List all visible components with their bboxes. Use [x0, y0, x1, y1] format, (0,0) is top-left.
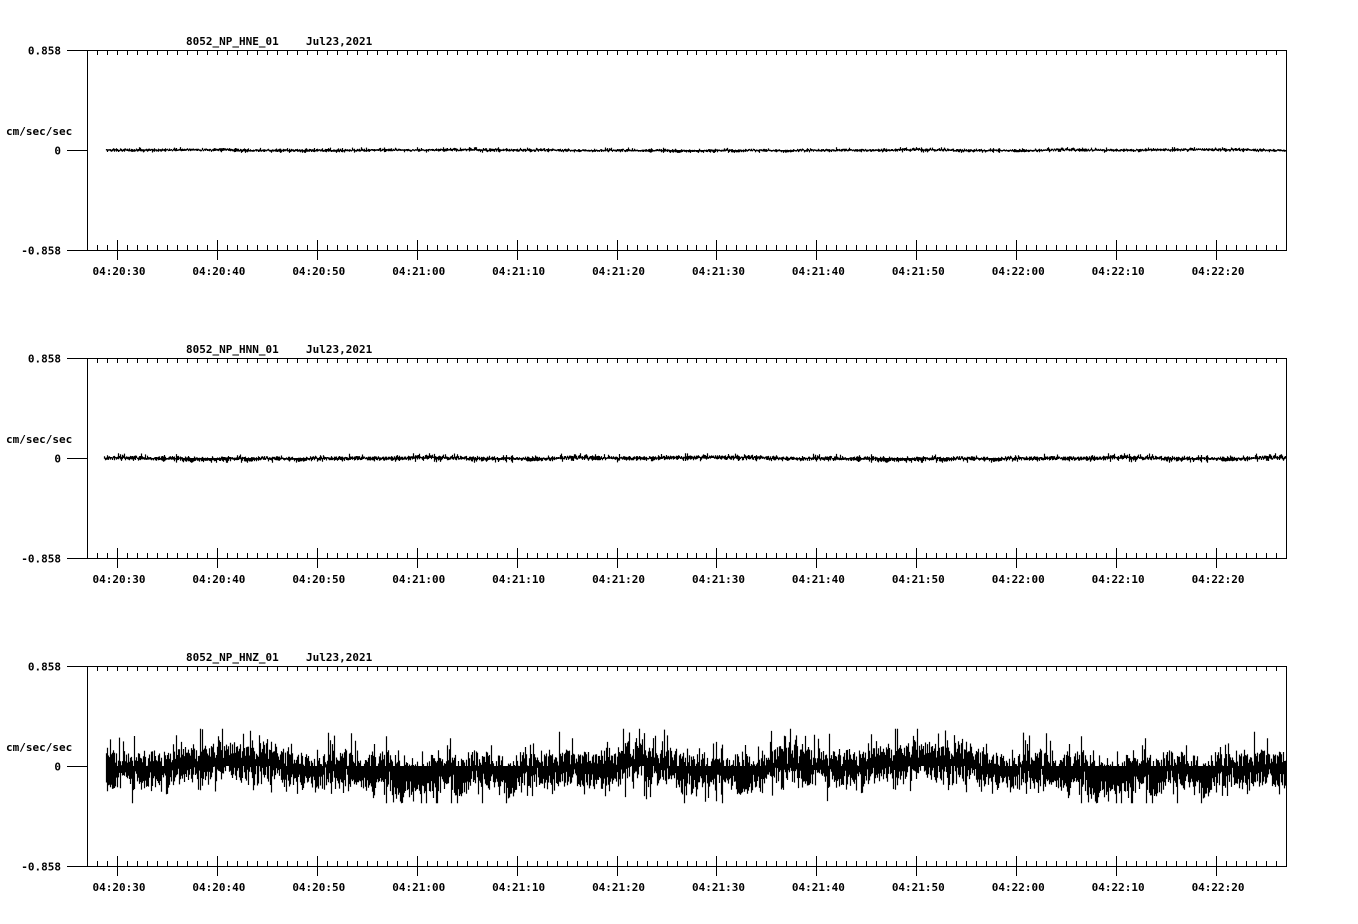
x-tick-label: 04:22:20 [1192, 881, 1245, 894]
y-axis-label: cm/sec/sec [6, 125, 72, 138]
chart-title: 8052_NP_HNE_01 [186, 35, 279, 48]
x-tick-label: 04:21:20 [592, 881, 645, 894]
x-tick-label: 04:20:30 [92, 573, 145, 586]
x-tick-label: 04:21:10 [492, 265, 545, 278]
y-tick-label: 0.858 [28, 353, 61, 366]
waveform-trace [105, 147, 1287, 153]
x-tick-label: 04:21:40 [792, 573, 845, 586]
chart-date: Jul23,2021 [306, 651, 373, 664]
x-tick-label: 04:20:50 [292, 265, 345, 278]
x-tick-label: 04:21:20 [592, 265, 645, 278]
x-tick-label: 04:22:20 [1192, 573, 1245, 586]
x-tick-label: 04:21:00 [392, 265, 445, 278]
x-tick-label: 04:21:30 [692, 573, 745, 586]
chart-title: 8052_NP_HNN_01 [186, 343, 279, 356]
x-tick-label: 04:20:30 [92, 265, 145, 278]
y-tick-label: -0.858 [21, 861, 61, 874]
y-tick-label: 0.858 [28, 661, 61, 674]
chart-date: Jul23,2021 [306, 343, 373, 356]
x-tick-label: 04:21:50 [892, 573, 945, 586]
x-tick-label: 04:22:20 [1192, 265, 1245, 278]
x-tick-label: 04:20:50 [292, 573, 345, 586]
y-tick-label: 0 [54, 453, 61, 466]
panel-8052_np_hne_01: 0.858 0 -0.858 cm/sec/sec 8052_NP_HNE_01 Jul2… [6, 35, 1287, 278]
x-tick-label: 04:21:10 [492, 881, 545, 894]
x-tick-label: 04:20:50 [292, 881, 345, 894]
x-tick-label: 04:21:50 [892, 265, 945, 278]
x-tick-label: 04:21:40 [792, 265, 845, 278]
x-tick-label: 04:21:40 [792, 881, 845, 894]
x-tick-label: 04:22:00 [992, 881, 1045, 894]
x-tick-label: 04:21:10 [492, 573, 545, 586]
chart-title: 8052_NP_HNZ_01 [186, 651, 279, 664]
y-axis-label: cm/sec/sec [6, 433, 72, 446]
y-tick-label: 0.858 [28, 45, 61, 58]
y-tick-label: -0.858 [21, 245, 61, 258]
seismogram-chart: 0.858 0 -0.858 cm/sec/sec 8052_NP_HNE_01 Jul2… [6, 35, 1287, 894]
y-tick-label: 0 [54, 145, 61, 158]
waveform-trace [105, 728, 1287, 804]
x-tick-label: 04:22:10 [1092, 881, 1145, 894]
x-tick-label: 04:22:00 [992, 573, 1045, 586]
y-tick-label: -0.858 [21, 553, 61, 566]
x-tick-label: 04:21:00 [392, 881, 445, 894]
x-tick-label: 04:21:30 [692, 265, 745, 278]
panel-8052_np_hnz_01: 0.858 0 -0.858 cm/sec/sec 8052_NP_HNZ_01 Jul2… [6, 651, 1287, 894]
x-tick-label: 04:20:40 [192, 881, 245, 894]
x-tick-label: 04:22:10 [1092, 573, 1145, 586]
y-tick-label: 0 [54, 761, 61, 774]
x-tick-label: 04:20:30 [92, 881, 145, 894]
x-tick-label: 04:21:00 [392, 573, 445, 586]
x-tick-label: 04:22:10 [1092, 265, 1145, 278]
x-tick-label: 04:22:00 [992, 265, 1045, 278]
x-tick-label: 04:21:50 [892, 881, 945, 894]
panel-8052_np_hnn_01: 0.858 0 -0.858 cm/sec/sec 8052_NP_HNN_01 Jul2… [6, 343, 1287, 586]
x-tick-label: 04:20:40 [192, 573, 245, 586]
x-tick-label: 04:20:40 [192, 265, 245, 278]
chart-date: Jul23,2021 [306, 35, 373, 48]
x-tick-label: 04:21:20 [592, 573, 645, 586]
waveform-trace [103, 453, 1287, 463]
y-axis-label: cm/sec/sec [6, 741, 72, 754]
x-tick-label: 04:21:30 [692, 881, 745, 894]
